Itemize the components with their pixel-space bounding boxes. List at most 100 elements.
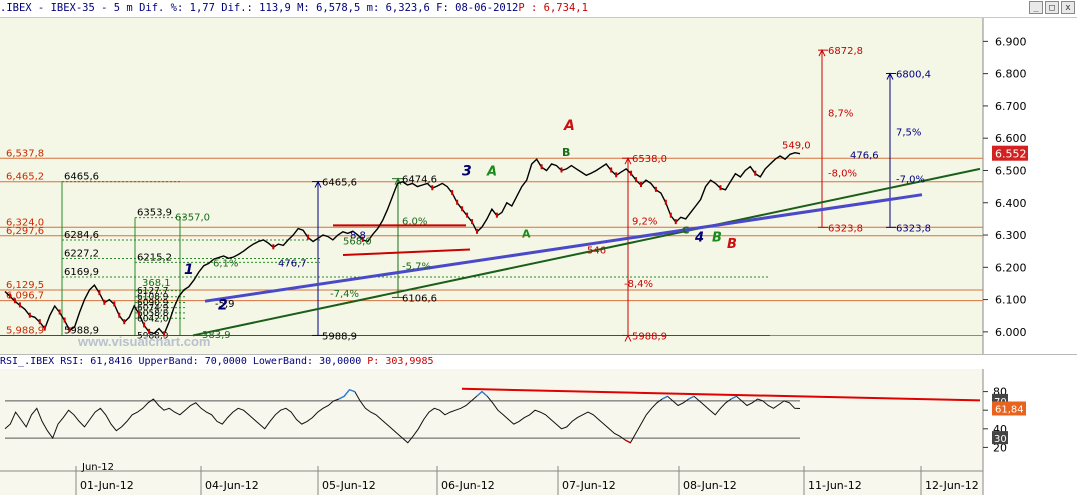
wave-label: B — [562, 146, 570, 159]
y-tick-label: 6.600 — [995, 132, 1027, 145]
y-tick-label: 6.000 — [995, 326, 1027, 339]
y-tick-label: 6.100 — [995, 294, 1027, 307]
price-annotation: 368,1 — [142, 278, 171, 289]
price-annotation: -8,0% — [828, 169, 857, 180]
price-annotation: 6465,6 — [322, 178, 357, 189]
candle-down — [63, 317, 66, 323]
y-tick-label: 6.300 — [995, 229, 1027, 242]
price-annotation: 8,7% — [828, 108, 853, 119]
price-annotation: -8,4% — [624, 279, 653, 290]
fib-level-label: 6465,6 — [64, 172, 99, 183]
price-annotation: -7,4% — [330, 289, 359, 300]
x-tick-label: 11-Jun-12 — [808, 479, 862, 492]
candle-down — [664, 199, 667, 205]
minimize-button[interactable]: _ — [1029, 1, 1043, 14]
candle-down — [471, 219, 474, 225]
watermark: www.visualchart.com — [77, 334, 210, 349]
price-annotation: 476,6 — [850, 150, 879, 161]
candle-down — [719, 185, 722, 191]
wave-label: A — [563, 118, 575, 134]
price-annotation: 6474,6 — [402, 175, 437, 186]
price-annotation: 549,0 — [782, 141, 811, 152]
candle-down — [630, 170, 633, 176]
price-annotation: 6,1% — [213, 258, 238, 269]
price-annotation: 568,0 — [343, 237, 372, 248]
x-tick-label: 01-Jun-12 — [80, 479, 134, 492]
x-tick-label: 12-Jun-12 — [925, 479, 979, 492]
candle-down — [635, 177, 638, 183]
title-price: P : 6,734,1 — [518, 2, 588, 14]
horizontal-level-label: 6,465,2 — [6, 172, 44, 183]
price-annotation: 6323,8 — [828, 223, 863, 234]
candle-down — [495, 212, 498, 218]
rsi-chart[interactable]: 80604020703061,8401-Jun-1204-Jun-1205-Ju… — [0, 369, 1077, 495]
candle-down — [28, 312, 31, 318]
price-annotation: -7,0% — [896, 175, 925, 186]
title-text: .IBEX - IBEX-35 - 5 m Dif. %: 1,77 Dif.:… — [0, 2, 519, 14]
x-tick-label: 04-Jun-12 — [205, 479, 259, 492]
candle-down — [461, 206, 464, 212]
candle-down — [68, 327, 71, 333]
rsi-header-price: P: 303,9985 — [361, 356, 434, 367]
candle-down — [43, 325, 46, 331]
price-annotation: 7,5% — [896, 128, 921, 139]
candle-down — [98, 290, 101, 296]
fib-level-label: 6353,9 — [137, 208, 172, 219]
wave-label: B — [727, 237, 737, 252]
candle-down — [13, 298, 16, 304]
fib-level-label: 6215,2 — [137, 252, 172, 263]
y-tick-label: 6.800 — [995, 68, 1027, 81]
x-start-label: Jun-12 — [81, 462, 114, 473]
candle-down — [540, 164, 543, 170]
fib-level-label: 6227,2 — [64, 249, 99, 260]
candle-down — [58, 309, 61, 315]
price-annotation: 6872,8 — [828, 46, 863, 57]
horizontal-level-label: 6,096,7 — [6, 291, 44, 302]
fib-level-label: 6169,9 — [64, 267, 99, 278]
y-tick-label: 6.500 — [995, 164, 1027, 177]
wave-label: 2 — [218, 297, 228, 313]
candle-down — [8, 293, 11, 299]
y-tick-label: 6.200 — [995, 261, 1027, 274]
candle-down — [654, 186, 657, 192]
wave-label: A — [486, 164, 497, 179]
candle-down — [640, 182, 642, 187]
chart-window: .IBEX - IBEX-35 - 5 m Dif. %: 1,77 Dif.:… — [0, 0, 1077, 495]
candle-down — [143, 322, 146, 328]
x-tick-label: 05-Jun-12 — [322, 479, 376, 492]
rsi-header-text: RSI_.IBEX RSI: 61,8416 UpperBand: 70,000… — [0, 356, 362, 367]
fib-level-label: 6284,6 — [64, 230, 99, 241]
price-annotation: 5988,9 — [632, 331, 667, 342]
price-annotation: 476,7 — [278, 258, 307, 269]
wave-label: C — [682, 225, 689, 236]
horizontal-level-label: 6,297,6 — [6, 226, 44, 237]
candle-down — [615, 172, 618, 178]
current-price-label: 6.552 — [995, 148, 1027, 161]
rsi-plot-area — [0, 369, 983, 495]
price-annotation: 6538,0 — [632, 154, 667, 165]
close-button[interactable]: x — [1061, 1, 1075, 14]
chart-title-bar: .IBEX - IBEX-35 - 5 m Dif. %: 1,77 Dif.:… — [0, 0, 1077, 18]
horizontal-level-label: 5,988,9 — [6, 325, 44, 336]
candle-down — [123, 319, 126, 325]
maximize-button[interactable]: □ — [1045, 1, 1059, 14]
lower-band-label: 30 — [994, 434, 1007, 445]
x-tick-label: 07-Jun-12 — [562, 479, 616, 492]
wave-label: 4 — [694, 230, 704, 245]
price-annotation: 6357,0 — [175, 213, 210, 224]
rsi-current-label: 61,84 — [995, 404, 1024, 415]
price-annotation: 9,2% — [632, 217, 657, 228]
candle-down — [476, 228, 479, 234]
x-tick-label: 08-Jun-12 — [683, 479, 737, 492]
price-chart[interactable]: 6.900 6.800 6.700 6.600 6.500 6.400 6.300 6.200… — [0, 18, 1077, 354]
horizontal-level-label: 6,537,8 — [6, 148, 44, 159]
candle-down — [113, 301, 116, 307]
price-annotation: 6,0% — [402, 217, 427, 228]
wave-label: B — [712, 230, 722, 245]
horizontal-level-label: 6,129,5 — [6, 280, 44, 291]
candle-down — [138, 311, 141, 317]
price-annotation: 5988,9 — [322, 331, 357, 342]
candle-down — [669, 212, 672, 218]
candle-down — [431, 185, 434, 191]
rsi-header-bar: RSI_.IBEX RSI: 61,8416 UpperBand: 70,000… — [0, 354, 1077, 370]
